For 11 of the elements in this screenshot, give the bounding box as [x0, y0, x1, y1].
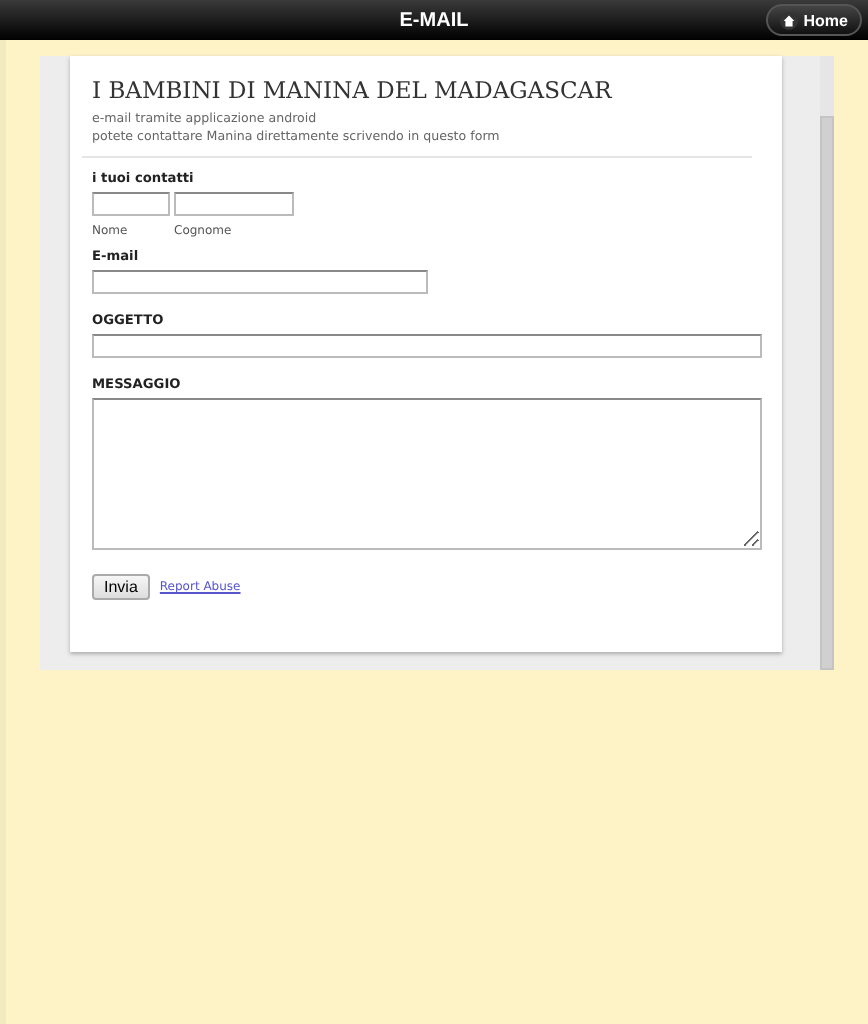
- form-title: I BAMBINI DI MANINA DEL MADAGASCAR: [92, 76, 612, 104]
- first-name-field[interactable]: [92, 192, 170, 216]
- subject-field[interactable]: [92, 334, 762, 358]
- home-icon: [779, 11, 798, 29]
- home-button[interactable]: Home: [765, 4, 862, 36]
- scrollbar[interactable]: [820, 56, 834, 670]
- email-field[interactable]: [92, 270, 428, 294]
- page-title: E-MAIL: [399, 9, 469, 31]
- last-name-field[interactable]: [174, 192, 294, 216]
- submit-button[interactable]: Invia: [92, 574, 150, 600]
- message-field[interactable]: [92, 398, 762, 550]
